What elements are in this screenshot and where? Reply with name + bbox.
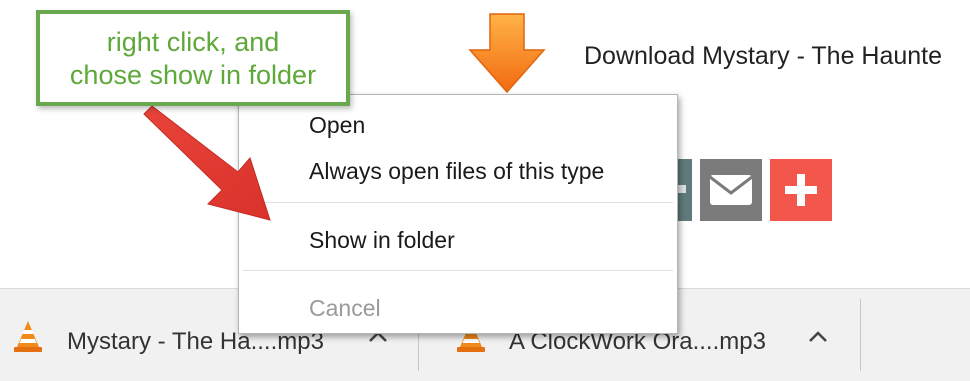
page-title: Download Mystary - The Haunte: [584, 42, 943, 70]
mail-icon: [709, 175, 753, 205]
download-arrow-icon: [468, 13, 546, 101]
annotation-callout: right click, and chose show in folder: [36, 10, 350, 106]
email-share-button[interactable]: [700, 159, 762, 221]
menu-separator: [243, 202, 673, 203]
menu-item-always-open[interactable]: Always open files of this type: [309, 158, 604, 185]
divider: [860, 299, 861, 371]
callout-line-2: chose show in folder: [69, 60, 317, 90]
annotation-arrow-icon: [143, 105, 271, 221]
menu-item-open[interactable]: Open: [309, 112, 365, 139]
add-share-button[interactable]: [770, 159, 832, 221]
context-menu: Open Always open files of this type Show…: [238, 94, 678, 334]
vlc-cone-icon: [14, 321, 42, 352]
menu-item-show-in-folder[interactable]: Show in folder: [309, 227, 455, 254]
plus-icon: [785, 174, 817, 206]
chevron-up-icon[interactable]: [803, 323, 833, 349]
menu-item-cancel: Cancel: [309, 295, 381, 321]
menu-separator: [243, 270, 673, 271]
callout-line-1: right click, and: [106, 27, 280, 57]
